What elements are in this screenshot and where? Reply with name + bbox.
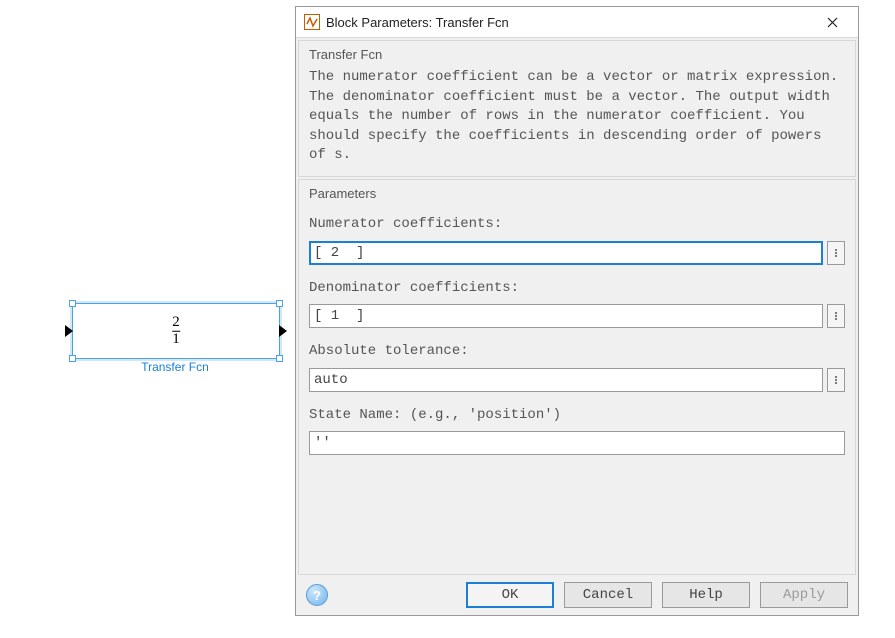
transfer-fcn-block[interactable]: 2 1 bbox=[72, 303, 280, 359]
apply-button[interactable]: Apply bbox=[760, 582, 848, 608]
resize-handle[interactable] bbox=[276, 300, 283, 307]
statename-label: State Name: (e.g., 'position') bbox=[309, 406, 845, 426]
description-group: Transfer Fcn The numerator coefficient c… bbox=[298, 40, 856, 177]
numerator-input[interactable] bbox=[309, 241, 823, 265]
ok-button[interactable]: OK bbox=[466, 582, 554, 608]
dialog-titlebar[interactable]: Block Parameters: Transfer Fcn bbox=[296, 7, 858, 38]
dialog-button-bar: ? OK Cancel Help Apply bbox=[296, 575, 858, 615]
block-numerator: 2 bbox=[172, 315, 180, 331]
abstol-more-button[interactable] bbox=[827, 368, 845, 392]
denominator-label: Denominator coefficients: bbox=[309, 279, 845, 299]
block-output-port[interactable] bbox=[279, 325, 287, 337]
statename-field: State Name: (e.g., 'position') bbox=[309, 406, 845, 456]
cancel-button[interactable]: Cancel bbox=[564, 582, 652, 608]
denominator-more-button[interactable] bbox=[827, 304, 845, 328]
simulink-canvas: 2 1 Transfer Fcn bbox=[0, 0, 300, 638]
block-expression: 2 1 bbox=[172, 315, 180, 348]
block-parameters-dialog: Block Parameters: Transfer Fcn Transfer … bbox=[295, 6, 859, 616]
help-icon[interactable]: ? bbox=[306, 584, 328, 606]
numerator-field: Numerator coefficients: bbox=[309, 215, 845, 265]
description-text: The numerator coefficient can be a vecto… bbox=[309, 68, 845, 166]
dialog-title: Block Parameters: Transfer Fcn bbox=[326, 15, 806, 30]
close-icon bbox=[827, 17, 838, 28]
abstol-label: Absolute tolerance: bbox=[309, 342, 845, 362]
block-label[interactable]: Transfer Fcn bbox=[72, 360, 278, 374]
denominator-field: Denominator coefficients: bbox=[309, 279, 845, 329]
denominator-input[interactable] bbox=[309, 304, 823, 328]
block-denominator: 1 bbox=[172, 331, 180, 348]
block-input-port[interactable] bbox=[65, 325, 73, 337]
simulink-icon bbox=[304, 14, 320, 30]
numerator-more-button[interactable] bbox=[827, 241, 845, 265]
description-legend: Transfer Fcn bbox=[309, 47, 845, 62]
parameters-group: Parameters Numerator coefficients: Denom… bbox=[298, 179, 856, 575]
numerator-label: Numerator coefficients: bbox=[309, 215, 845, 235]
close-button[interactable] bbox=[812, 7, 852, 37]
statename-input[interactable] bbox=[309, 431, 845, 455]
help-button[interactable]: Help bbox=[662, 582, 750, 608]
parameters-legend: Parameters bbox=[309, 186, 845, 201]
resize-handle[interactable] bbox=[69, 300, 76, 307]
abstol-input[interactable] bbox=[309, 368, 823, 392]
abstol-field: Absolute tolerance: bbox=[309, 342, 845, 392]
